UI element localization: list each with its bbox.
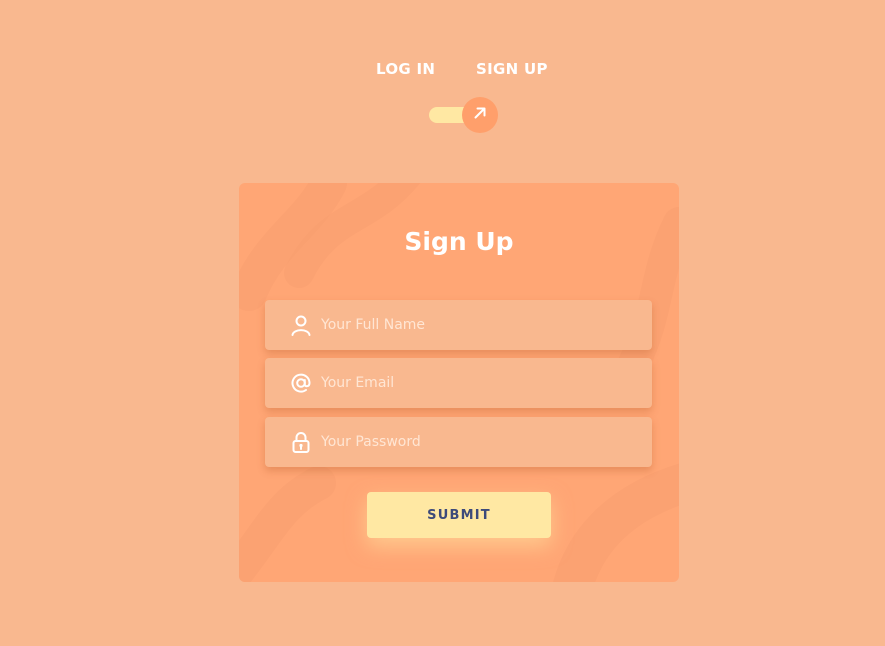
- auth-tabs: LOG IN SIGN UP: [0, 60, 885, 84]
- lock-icon: [289, 430, 313, 454]
- at-sign-icon: [289, 371, 313, 395]
- full-name-input[interactable]: [321, 300, 641, 350]
- password-input[interactable]: [321, 417, 641, 467]
- form-title: Sign Up: [404, 227, 514, 256]
- user-icon: [289, 313, 313, 337]
- tab-log-in[interactable]: LOG IN: [376, 60, 435, 78]
- signup-card: Sign Up SUBMIT: [239, 183, 679, 582]
- email-field[interactable]: [265, 358, 652, 408]
- submit-button[interactable]: SUBMIT: [367, 492, 551, 538]
- full-name-field[interactable]: [265, 300, 652, 350]
- tab-sign-up[interactable]: SIGN UP: [476, 60, 548, 78]
- password-field[interactable]: [265, 417, 652, 467]
- auth-toggle-knob[interactable]: [462, 97, 498, 133]
- email-input[interactable]: [321, 358, 641, 408]
- arrow-up-right-icon: [472, 105, 488, 125]
